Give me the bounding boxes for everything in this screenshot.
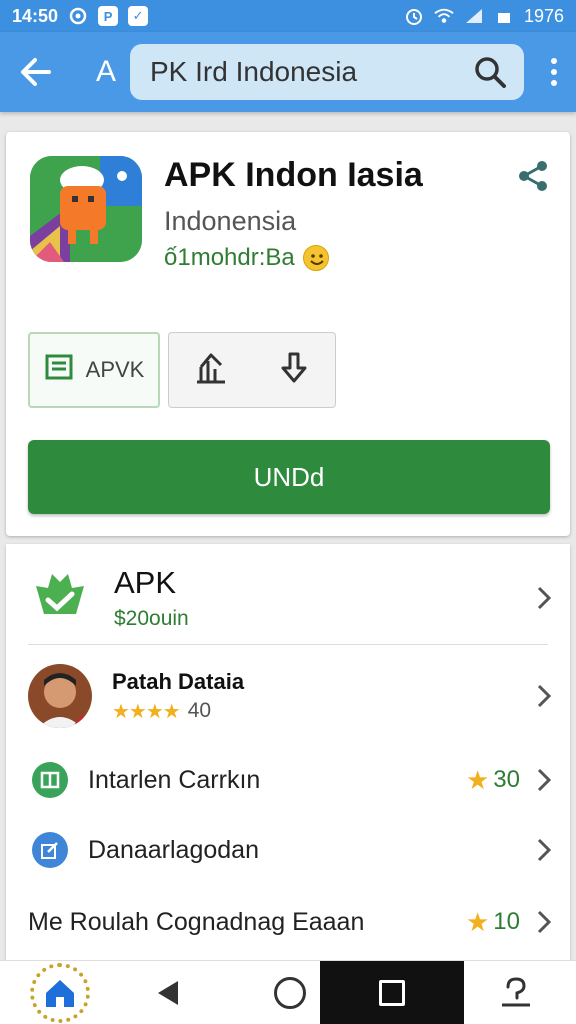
document-icon [44,353,76,387]
search-input[interactable] [150,56,470,88]
star-icon: ★ [465,764,490,795]
chevron-right-icon [534,836,554,864]
install-button-label: UNDd [253,461,325,492]
list-item-apk[interactable]: APK $20ouin [6,558,570,638]
notification-chat-icon: ✓ [128,6,149,26]
search-icon[interactable] [470,52,510,92]
list-item-title: APK [114,565,177,600]
details-list: APK $20ouin Patah Dataia ★★★★ 40 Intarle… [6,544,570,960]
status-time: 14:50 [12,5,59,26]
nav-recents-button[interactable] [320,961,464,1024]
nav-home-circle-icon[interactable] [274,977,306,1009]
list-item-intarlen[interactable]: Intarlen Carrkın ★ 30 [6,750,570,810]
divider [28,644,548,645]
rating-stars: ★★★★ [112,700,181,723]
navigation-bar [0,960,576,1024]
category-icon [32,762,68,798]
app-title: APK Indon Iasia [164,156,423,194]
chevron-right-icon [534,766,554,794]
chart-icon [194,351,228,390]
download-icon [278,351,310,390]
avatar [28,664,92,728]
status-bar: 14:50 P ✓ 1976 [0,0,576,32]
signal-icon [464,6,484,26]
star-icon: ★ [465,906,490,937]
edit-icon [32,832,68,868]
badge-icon [30,568,90,628]
app-bar-a-label: A [96,55,117,88]
app-meta: ố1mohdr:Ba [164,244,329,272]
battery-text: 1976 [523,5,564,26]
chevron-right-icon [534,682,554,710]
alarm-icon [404,6,424,26]
app-bar: A [0,32,576,112]
app-detail-card: APK Indon Iasia Indonensia ố1mohdr:Ba AP… [6,132,570,536]
list-item-title: Danaarlagodan [88,835,259,864]
share-icon[interactable] [516,158,552,194]
sync-icon [68,6,88,26]
app-logo-icon [30,156,142,262]
search-bar[interactable] [130,44,524,100]
help-icon[interactable] [496,973,536,1013]
list-item-review[interactable]: Patah Dataia ★★★★ 40 [6,656,570,736]
battery-icon [494,6,514,26]
list-item-roulah[interactable]: Me Roulah Cognadnag Eaaan ★ 10 [6,892,570,952]
chevron-right-icon [534,908,554,936]
chart-button[interactable] [169,333,252,407]
list-item-subtitle: $20ouin [114,607,189,630]
nav-back-icon[interactable] [150,975,186,1011]
smiley-icon [302,245,329,271]
nav-recents-icon [379,980,405,1006]
action-button-group [168,332,336,408]
download-button[interactable] [252,333,335,407]
wifi-icon [434,6,454,26]
apk-button[interactable]: APVK [28,332,160,408]
notification-p-icon: P [98,6,119,26]
more-vert-icon[interactable] [540,48,568,96]
app-developer: Indonensia [164,206,297,236]
install-button[interactable]: UNDd [28,440,550,514]
list-item-title: Me Roulah Cognadnag Eaaan [28,907,365,936]
apk-button-label: APVK [85,357,145,382]
back-arrow-icon[interactable] [12,48,60,96]
list-item-danaarlagodan[interactable]: Danaarlagodan [6,820,570,880]
home-icon[interactable] [30,963,90,1023]
rating-value: 40 [187,699,212,722]
list-item-rating: ★ 10 [465,906,520,937]
app-meta-text: ố1mohdr:Ba [164,244,295,271]
list-item-rating: ★ 30 [465,764,520,795]
reviewer-name: Patah Dataia [112,668,245,694]
list-item-title: Intarlen Carrkın [88,765,261,794]
chevron-right-icon [534,584,554,612]
